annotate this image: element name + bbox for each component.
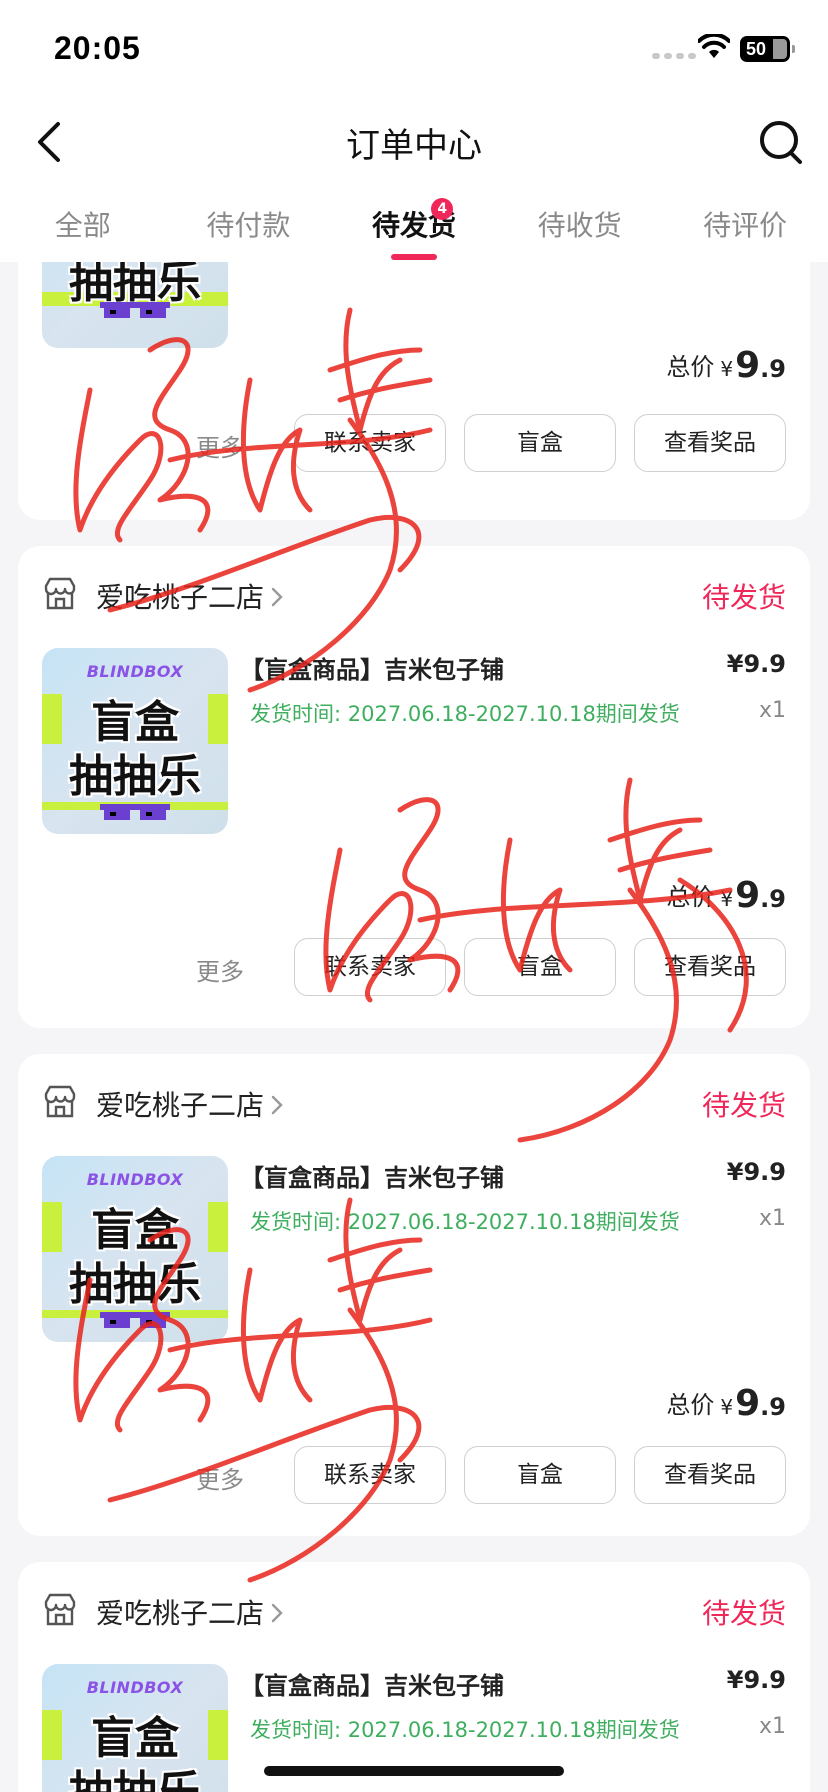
order-status: 待发货 bbox=[701, 1089, 786, 1122]
thumb-title-line2: 抽抽乐 bbox=[69, 751, 201, 802]
product-title[interactable]: 【盲盒商品】吉米包子铺 bbox=[240, 1158, 504, 1193]
thumb-brand: BLINDBOX bbox=[86, 1170, 184, 1189]
shipping-time: 发货时间: 2027.06.18-2027.10.18期间发货 bbox=[250, 1210, 680, 1234]
order-total: 总价 ¥ 9 .9 bbox=[666, 872, 786, 916]
shipping-time: 发货时间: 2027.06.18-2027.10.18期间发货 bbox=[250, 1718, 680, 1742]
quantity: x1 bbox=[758, 1714, 786, 1739]
thumb-brand: BLINDBOX bbox=[86, 1678, 184, 1697]
tab-pending-shipment[interactable]: 待发货 4 bbox=[331, 192, 497, 262]
tab-label: 待付款 bbox=[206, 209, 291, 242]
battery-level: 50 bbox=[746, 38, 767, 59]
tab-label: 待收货 bbox=[537, 209, 622, 242]
home-indicator[interactable] bbox=[264, 1766, 564, 1776]
order-card: 爱吃桃子二店 待发货 BLINDBOX 盲盒 抽抽乐 【盲盒商品】吉米包子铺 ¥… bbox=[18, 546, 810, 1028]
shop-row[interactable]: 爱吃桃子二店 待发货 bbox=[42, 1084, 786, 1124]
shop-name: 爱吃桃子二店 bbox=[96, 1597, 265, 1630]
shop-row[interactable]: 爱吃桃子二店 待发货 bbox=[42, 576, 786, 616]
store-icon bbox=[44, 577, 76, 610]
total-currency: ¥ bbox=[720, 1395, 734, 1419]
more-button[interactable]: 更多 bbox=[196, 1460, 244, 1495]
store-icon bbox=[44, 1085, 76, 1118]
total-amount-int: 9 bbox=[735, 345, 761, 386]
pixel-glasses-icon bbox=[100, 302, 170, 318]
order-total: 总价 ¥ 9 .9 bbox=[666, 1380, 786, 1424]
shop-row[interactable]: 爱吃桃子二店 待发货 bbox=[42, 1592, 786, 1632]
tab-pending-payment[interactable]: 待付款 bbox=[166, 192, 332, 262]
total-currency: ¥ bbox=[720, 887, 734, 911]
product-thumbnail[interactable]: BLINDBOX 盲盒 抽抽乐 bbox=[42, 1664, 228, 1792]
product-thumbnail[interactable]: 抽抽乐 bbox=[42, 262, 228, 348]
total-amount-int: 9 bbox=[735, 875, 761, 916]
order-status: 待发货 bbox=[701, 581, 786, 614]
order-tabs: 全部 待付款 待发货 4 待收货 待评价 bbox=[0, 192, 828, 262]
order-card: 抽抽乐 总价 ¥ 9 .9 更多 联系卖家 盲盒 查看奖品 bbox=[18, 262, 810, 520]
thumb-title-line2: 抽抽乐 bbox=[42, 1756, 228, 1792]
total-label: 总价 bbox=[666, 353, 715, 381]
blind-box-button[interactable]: 盲盒 bbox=[464, 414, 616, 472]
store-icon bbox=[44, 1593, 76, 1626]
pixel-glasses-icon bbox=[100, 1312, 170, 1328]
product-price: ¥9.9 bbox=[726, 1666, 786, 1694]
chevron-right-icon bbox=[271, 1603, 283, 1623]
order-card: 爱吃桃子二店 待发货 BLINDBOX 盲盒 抽抽乐 【盲盒商品】吉米包子铺 ¥… bbox=[18, 1054, 810, 1536]
cellular-signal-icon bbox=[652, 53, 696, 59]
product-price: ¥9.9 bbox=[726, 650, 786, 678]
total-label: 总价 bbox=[666, 883, 715, 911]
product-title[interactable]: 【盲盒商品】吉米包子铺 bbox=[240, 1666, 504, 1701]
view-prize-button[interactable]: 查看奖品 bbox=[634, 938, 786, 996]
thumb-brand: BLINDBOX bbox=[86, 662, 184, 681]
quantity: x1 bbox=[758, 1206, 786, 1231]
total-amount-dec: .9 bbox=[760, 1393, 786, 1421]
total-amount-dec: .9 bbox=[760, 885, 786, 913]
contact-seller-button[interactable]: 联系卖家 bbox=[294, 1446, 446, 1504]
tab-active-indicator bbox=[390, 254, 437, 260]
status-bar: 20:05 50 bbox=[0, 0, 828, 92]
status-time: 20:05 bbox=[54, 30, 141, 66]
battery-icon: 50 bbox=[740, 36, 795, 62]
view-prize-button[interactable]: 查看奖品 bbox=[634, 414, 786, 472]
tab-all[interactable]: 全部 bbox=[0, 192, 166, 262]
tab-label: 全部 bbox=[54, 209, 111, 242]
product-price: ¥9.9 bbox=[726, 1158, 786, 1186]
order-status: 待发货 bbox=[701, 1597, 786, 1630]
contact-seller-button[interactable]: 联系卖家 bbox=[294, 938, 446, 996]
wifi-icon bbox=[698, 34, 730, 58]
total-amount-dec: .9 bbox=[760, 355, 786, 383]
view-prize-button[interactable]: 查看奖品 bbox=[634, 1446, 786, 1504]
tab-pending-receipt[interactable]: 待收货 bbox=[497, 192, 663, 262]
product-title[interactable]: 【盲盒商品】吉米包子铺 bbox=[240, 650, 504, 685]
nav-bar: 订单中心 bbox=[0, 92, 828, 192]
pixel-glasses-icon bbox=[100, 804, 170, 820]
product-thumbnail[interactable]: BLINDBOX 盲盒 抽抽乐 bbox=[42, 648, 228, 834]
tab-label: 待评价 bbox=[703, 209, 788, 242]
shipping-time: 发货时间: 2027.06.18-2027.10.18期间发货 bbox=[250, 702, 680, 726]
order-card: 爱吃桃子二店 待发货 BLINDBOX 盲盒 抽抽乐 【盲盒商品】吉米包子铺 ¥… bbox=[18, 1562, 810, 1792]
product-thumbnail[interactable]: BLINDBOX 盲盒 抽抽乐 bbox=[42, 1156, 228, 1342]
shop-name: 爱吃桃子二店 bbox=[96, 1089, 265, 1122]
search-icon[interactable] bbox=[756, 114, 806, 170]
blind-box-button[interactable]: 盲盒 bbox=[464, 938, 616, 996]
shop-name: 爱吃桃子二店 bbox=[96, 581, 265, 614]
order-total: 总价 ¥ 9 .9 bbox=[666, 342, 786, 386]
total-currency: ¥ bbox=[720, 357, 734, 381]
more-button[interactable]: 更多 bbox=[196, 952, 244, 987]
total-amount-int: 9 bbox=[735, 1383, 761, 1424]
total-label: 总价 bbox=[666, 1391, 715, 1419]
quantity: x1 bbox=[758, 698, 786, 723]
tab-pending-review[interactable]: 待评价 bbox=[662, 192, 828, 262]
blind-box-button[interactable]: 盲盒 bbox=[464, 1446, 616, 1504]
chevron-right-icon bbox=[271, 587, 283, 607]
thumb-title-line2: 抽抽乐 bbox=[69, 1259, 201, 1310]
chevron-right-icon bbox=[271, 1095, 283, 1115]
page-title: 订单中心 bbox=[346, 126, 482, 166]
order-list: 抽抽乐 总价 ¥ 9 .9 更多 联系卖家 盲盒 查看奖品 爱吃桃子二店 待发货… bbox=[0, 262, 828, 1792]
contact-seller-button[interactable]: 联系卖家 bbox=[294, 414, 446, 472]
more-button[interactable]: 更多 bbox=[196, 428, 244, 463]
